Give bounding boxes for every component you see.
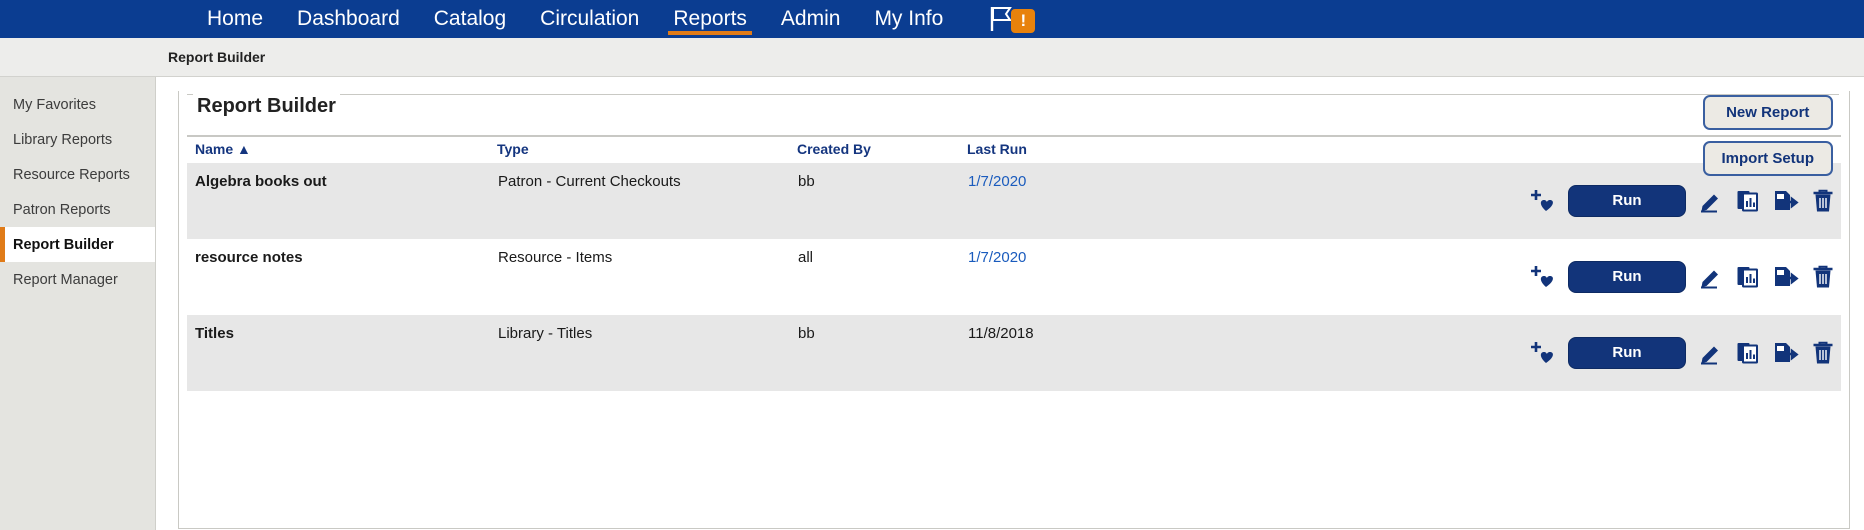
column-header-type[interactable]: Type — [497, 135, 797, 163]
reports-table: Name ▲ Type Created By Last Run Algebra … — [187, 135, 1841, 391]
cell-last-run: 1/7/2020 — [967, 163, 1192, 239]
cell-report-type: Library - Titles — [497, 315, 797, 391]
sidebar-item-label: Report Manager — [13, 271, 118, 288]
sidebar-item-label: Library Reports — [13, 131, 113, 148]
duplicate-report-icon[interactable] — [1736, 341, 1760, 365]
sidebar-item-label: Report Builder — [13, 236, 114, 253]
duplicate-report-icon[interactable] — [1736, 189, 1760, 213]
report-builder-panel: New Report Import Setup Report Builder N… — [178, 91, 1850, 529]
main-content: New Report Import Setup Report Builder N… — [156, 77, 1864, 530]
table-row[interactable]: Algebra books out Patron - Current Check… — [187, 163, 1841, 239]
add-to-favorites-icon[interactable] — [1529, 189, 1555, 213]
export-report-icon[interactable] — [1773, 189, 1799, 213]
sidebar-item-label: Resource Reports — [13, 166, 130, 183]
cell-last-run: 1/7/2020 — [967, 239, 1192, 315]
run-report-button[interactable]: Run — [1568, 261, 1686, 293]
run-report-button[interactable]: Run — [1568, 337, 1686, 369]
page-title: Report Builder — [197, 94, 336, 117]
trash-delete-icon[interactable] — [1812, 341, 1834, 365]
breadcrumb: Report Builder — [168, 49, 266, 65]
reports-table-body: Algebra books out Patron - Current Check… — [187, 163, 1841, 391]
reports-table-container: Name ▲ Type Created By Last Run Algebra … — [179, 135, 1849, 391]
nav-item-reports[interactable]: Reports — [656, 0, 764, 38]
alert-flag-group[interactable]: ! — [988, 0, 1036, 38]
nav-item-admin[interactable]: Admin — [764, 0, 858, 38]
top-navigation-bar: Home Dashboard Catalog Circulation Repor… — [0, 0, 1864, 38]
column-header-name[interactable]: Name ▲ — [187, 135, 497, 163]
sidebar-item-report-builder[interactable]: Report Builder — [0, 227, 155, 262]
sidebar-item-resource-reports[interactable]: Resource Reports — [0, 157, 155, 192]
duplicate-report-icon[interactable] — [1736, 265, 1760, 289]
nav-item-circulation[interactable]: Circulation — [523, 0, 656, 38]
sidebar-item-report-manager[interactable]: Report Manager — [0, 262, 155, 297]
sidebar-item-patron-reports[interactable]: Patron Reports — [0, 192, 155, 227]
sidebar: My Favorites Library Reports Resource Re… — [0, 77, 156, 530]
trash-delete-icon[interactable] — [1812, 265, 1834, 289]
new-report-button[interactable]: New Report — [1702, 95, 1833, 130]
last-run-value: 11/8/2018 — [968, 325, 1034, 342]
cell-created-by: all — [797, 239, 967, 315]
last-run-link[interactable]: 1/7/2020 — [968, 249, 1026, 266]
run-report-button[interactable]: Run — [1568, 185, 1686, 217]
sort-ascending-icon[interactable]: ▲ — [237, 141, 251, 157]
cell-report-name: Algebra books out — [187, 163, 497, 239]
reports-table-head: Name ▲ Type Created By Last Run — [187, 135, 1841, 163]
sidebar-item-library-reports[interactable]: Library Reports — [0, 122, 155, 157]
pencil-edit-icon[interactable] — [1699, 189, 1723, 213]
cell-created-by: bb — [797, 315, 967, 391]
cell-report-type: Patron - Current Checkouts — [497, 163, 797, 239]
cell-created-by: bb — [797, 163, 967, 239]
cell-report-name: resource notes — [187, 239, 497, 315]
cell-last-run: 11/8/2018 — [967, 315, 1192, 391]
pencil-edit-icon[interactable] — [1699, 265, 1723, 289]
cell-report-type: Resource - Items — [497, 239, 797, 315]
table-header-row: Name ▲ Type Created By Last Run — [187, 135, 1841, 163]
nav-item-home[interactable]: Home — [190, 0, 280, 38]
cell-row-actions: Run — [1192, 239, 1841, 315]
sidebar-item-label: Patron Reports — [13, 201, 111, 218]
page-body: My Favorites Library Reports Resource Re… — [0, 77, 1864, 530]
sidebar-item-label: My Favorites — [13, 96, 96, 113]
column-header-created-by[interactable]: Created By — [797, 135, 967, 163]
pencil-edit-icon[interactable] — [1699, 341, 1723, 365]
legend-rule-right — [339, 94, 1839, 95]
column-header-last-run[interactable]: Last Run — [967, 135, 1192, 163]
export-report-icon[interactable] — [1773, 265, 1799, 289]
add-to-favorites-icon[interactable] — [1529, 265, 1555, 289]
nav-item-my-info[interactable]: My Info — [857, 0, 960, 38]
export-report-icon[interactable] — [1773, 341, 1799, 365]
cell-report-name: Titles — [187, 315, 497, 391]
sidebar-item-my-favorites[interactable]: My Favorites — [0, 87, 155, 122]
nav-item-dashboard[interactable]: Dashboard — [280, 0, 417, 38]
cell-row-actions: Run — [1192, 315, 1841, 391]
panel-action-buttons: New Report Import Setup — [1702, 95, 1833, 176]
column-header-name-label: Name — [195, 141, 234, 157]
nav-item-catalog[interactable]: Catalog — [417, 0, 523, 38]
import-setup-button[interactable]: Import Setup — [1702, 141, 1833, 176]
add-to-favorites-icon[interactable] — [1529, 341, 1555, 365]
last-run-link[interactable]: 1/7/2020 — [968, 173, 1026, 190]
breadcrumb-bar: Report Builder — [0, 38, 1864, 77]
table-row[interactable]: Titles Library - Titles bb 11/8/2018 Run — [187, 315, 1841, 391]
table-row[interactable]: resource notes Resource - Items all 1/7/… — [187, 239, 1841, 315]
alert-badge[interactable]: ! — [1011, 9, 1036, 33]
trash-delete-icon[interactable] — [1812, 189, 1834, 213]
panel-legend: Report Builder — [179, 87, 1849, 125]
